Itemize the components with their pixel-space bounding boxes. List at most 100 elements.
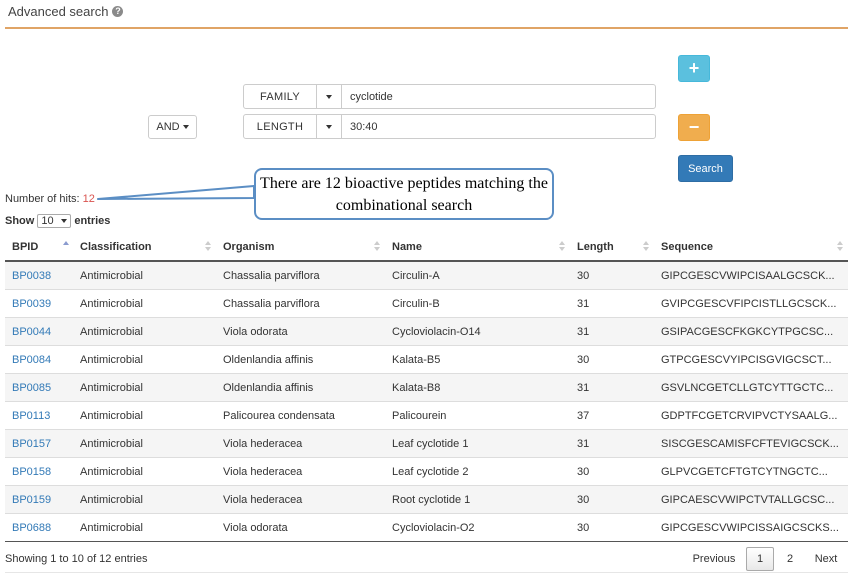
bpid-link[interactable]: BP0038: [12, 270, 51, 282]
operator-label: AND: [156, 121, 180, 133]
bpid-link[interactable]: BP0039: [12, 298, 51, 310]
bpid-cell: BP0039: [5, 289, 73, 318]
add-row-button[interactable]: +: [678, 55, 710, 82]
organism-cell: Viola hederacea: [216, 457, 385, 486]
show-label: Show: [5, 215, 35, 227]
length-cell: 31: [570, 317, 654, 346]
remove-row-button[interactable]: −: [678, 114, 710, 141]
bpid-cell: BP0085: [5, 373, 73, 402]
footer-divider: [5, 572, 848, 573]
page-size-select[interactable]: 10: [37, 214, 72, 228]
organism-cell: Viola hederacea: [216, 429, 385, 458]
chevron-down-icon: [326, 124, 332, 129]
length-cell: 30: [570, 260, 654, 290]
organism-cell: Oldenlandia affinis: [216, 345, 385, 374]
classification-cell: Antimicrobial: [73, 345, 216, 374]
bpid-cell: BP0038: [5, 260, 73, 290]
name-cell: Root cyclotide 1: [385, 485, 570, 514]
field-select-row-2[interactable]: LENGTH: [243, 114, 317, 139]
table-header-row: BPID Classification Organism Name Length…: [5, 234, 848, 262]
column-header-organism[interactable]: Organism: [216, 234, 385, 262]
length-cell: 31: [570, 429, 654, 458]
table-row: BP0158 Antimicrobial Viola hederacea Lea…: [5, 457, 848, 486]
search-value-input-row-2[interactable]: [341, 114, 656, 139]
organism-cell: Palicourea condensata: [216, 401, 385, 430]
name-cell: Cycloviolacin-O14: [385, 317, 570, 346]
hits-count: 12: [82, 193, 95, 205]
sequence-cell: GIPCGESCVWIPCISAALGCSCK...: [654, 260, 848, 290]
bpid-link[interactable]: BP0159: [12, 494, 51, 506]
header-divider: [5, 27, 848, 29]
sequence-cell: GIPCGESCVWIPCISSAIGCSCKS...: [654, 513, 848, 542]
length-cell: 30: [570, 513, 654, 542]
bpid-link[interactable]: BP0085: [12, 382, 51, 394]
sort-icon: [643, 241, 649, 253]
sort-icon: [374, 241, 380, 253]
results-table: BPID Classification Organism Name Length…: [5, 234, 848, 542]
table-row: BP0038 Antimicrobial Chassalia parviflor…: [5, 260, 848, 290]
length-cell: 30: [570, 345, 654, 374]
classification-cell: Antimicrobial: [73, 373, 216, 402]
sort-icon: [837, 241, 843, 253]
column-header-bpid[interactable]: BPID: [5, 234, 73, 262]
bpid-link[interactable]: BP0044: [12, 326, 51, 338]
sequence-cell: GDPTFCGETCRVIPVCTYSAALG...: [654, 401, 848, 430]
search-button-label: Search: [688, 162, 723, 175]
column-header-sequence[interactable]: Sequence: [654, 234, 848, 262]
classification-cell: Antimicrobial: [73, 289, 216, 318]
organism-cell: Chassalia parviflora: [216, 289, 385, 318]
length-cell: 30: [570, 457, 654, 486]
organism-cell: Chassalia parviflora: [216, 260, 385, 290]
table-row: BP0084 Antimicrobial Oldenlandia affinis…: [5, 345, 848, 374]
search-value-input-row-1[interactable]: [341, 84, 656, 109]
field-label-row-2: LENGTH: [256, 120, 304, 133]
page-title-text: Advanced search: [8, 4, 109, 19]
column-header-name[interactable]: Name: [385, 234, 570, 262]
bpid-cell: BP0688: [5, 513, 73, 542]
length-cell: 30: [570, 485, 654, 514]
table-info: Showing 1 to 10 of 12 entries: [5, 553, 148, 565]
bpid-cell: BP0159: [5, 485, 73, 514]
organism-cell: Viola odorata: [216, 317, 385, 346]
name-cell: Circulin-B: [385, 289, 570, 318]
table-row: BP0039 Antimicrobial Chassalia parviflor…: [5, 289, 848, 318]
bpid-link[interactable]: BP0084: [12, 354, 51, 366]
field-select-row-1[interactable]: FAMILY: [243, 84, 317, 109]
plus-icon: +: [688, 58, 700, 78]
classification-cell: Antimicrobial: [73, 401, 216, 430]
column-header-classification[interactable]: Classification: [73, 234, 216, 262]
sequence-cell: GLPVCGETCFTGTCYTNGCTC...: [654, 457, 848, 486]
name-cell: Kalata-B8: [385, 373, 570, 402]
length-cell: 31: [570, 289, 654, 318]
pagination-page-2[interactable]: 2: [777, 547, 803, 571]
organism-cell: Viola hederacea: [216, 485, 385, 514]
chevron-down-icon: [61, 219, 68, 223]
chevron-down-icon: [326, 94, 332, 99]
column-header-length[interactable]: Length: [570, 234, 654, 262]
bpid-cell: BP0157: [5, 429, 73, 458]
sort-icon: [559, 241, 565, 253]
chevron-down-icon: [182, 125, 189, 129]
question-circle-icon[interactable]: ?: [112, 6, 124, 17]
bpid-link[interactable]: BP0157: [12, 438, 51, 450]
bpid-cell: BP0158: [5, 457, 73, 486]
pagination-next[interactable]: Next: [810, 547, 842, 571]
bpid-link[interactable]: BP0158: [12, 466, 51, 478]
pagination-page-1[interactable]: 1: [746, 547, 774, 571]
name-cell: Kalata-B5: [385, 345, 570, 374]
sort-ascending-icon: [63, 241, 69, 253]
sequence-cell: GVIPCGESCVFIPCISTLLGCSCK...: [654, 289, 848, 318]
sort-icon: [205, 241, 211, 253]
name-cell: Circulin-A: [385, 260, 570, 290]
bpid-link[interactable]: BP0113: [12, 410, 50, 422]
field-dropdown-toggle-row-2[interactable]: [316, 114, 342, 139]
sequence-cell: GSVLNCGETCLLGTCYTTGCTC...: [654, 373, 848, 402]
classification-cell: Antimicrobial: [73, 317, 216, 346]
operator-dropdown[interactable]: AND: [148, 115, 197, 139]
field-dropdown-toggle-row-1[interactable]: [316, 84, 342, 109]
table-row: BP0688 Antimicrobial Viola odorata Cyclo…: [5, 513, 848, 542]
organism-cell: Viola odorata: [216, 513, 385, 542]
search-button[interactable]: Search: [678, 155, 733, 182]
bpid-link[interactable]: BP0688: [12, 522, 51, 534]
pagination-previous[interactable]: Previous: [688, 547, 740, 571]
